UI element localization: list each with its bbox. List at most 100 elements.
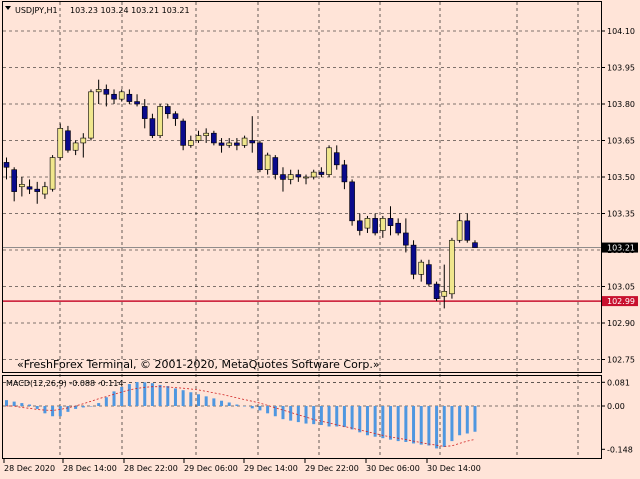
macd-bar: [350, 406, 354, 430]
macd-bar: [419, 406, 423, 445]
candle-body-bull: [157, 106, 163, 136]
candle-body-bear: [211, 132, 217, 144]
symbol-label[interactable]: USDJPY,H1: [15, 6, 58, 15]
candle-body-bull: [441, 291, 448, 297]
candle-body-bull: [449, 239, 455, 295]
price-tick-label: 103.05: [607, 283, 635, 292]
time-axis[interactable]: 28 Dec 2020 28 Dec 14:00 28 Dec 22:00 29 De…: [3, 459, 481, 473]
candle-body-bull: [326, 147, 332, 175]
price-panel[interactable]: [2, 1, 602, 373]
macd-bar: [166, 386, 170, 406]
candle-body-bear: [372, 218, 378, 234]
time-tick-label: 29 Dec 22:00: [305, 464, 359, 473]
macd-bar: [243, 406, 247, 407]
candle-body-bull: [42, 186, 48, 195]
macd-bar: [342, 406, 346, 428]
candle-body-bull: [49, 157, 56, 190]
macd-bar: [312, 406, 316, 425]
price-tick-label: 102.75: [607, 356, 635, 365]
candle-body-bear: [164, 106, 171, 115]
candle-body-bear: [65, 130, 71, 151]
candle-body-bear: [141, 106, 148, 119]
candle-body-bull: [380, 218, 386, 231]
time-tick-label: 28 Dec 2020: [4, 464, 55, 473]
candle-body-bear: [356, 220, 363, 231]
macd-bar: [220, 400, 224, 406]
macd-label: MACD(12,26,9) -0.088 -0.114: [6, 379, 123, 388]
price-tick-label: 103.65: [607, 137, 635, 146]
candle-body-bull: [88, 91, 94, 139]
candle-body-bull: [226, 142, 233, 146]
macd-bar: [373, 406, 377, 437]
copyright-text: «FreshForex Terminal, © 2001-2020, MetaQ…: [17, 358, 380, 371]
price-tick-label: 104.10: [607, 27, 635, 36]
macd-bar: [197, 394, 200, 406]
candle-body-bear: [26, 186, 33, 190]
macd-bar: [51, 406, 55, 417]
macd-bar: [358, 406, 362, 433]
candle-body-bull: [241, 137, 248, 146]
candle-body-bull: [203, 132, 209, 136]
macd-bar: [335, 406, 339, 427]
candle-body-bear: [349, 181, 355, 222]
macd-tick-label: 0.081: [607, 378, 630, 387]
macd-bar: [289, 406, 293, 421]
macd-bar: [319, 406, 323, 426]
macd-bar: [104, 397, 108, 406]
candle-body-bear: [341, 164, 348, 183]
candle-body-bear: [180, 120, 186, 146]
candle-body-bear: [272, 157, 279, 175]
macd-bar: [135, 382, 139, 406]
price-tick-label: 103.35: [607, 210, 635, 219]
candle-body-bull: [287, 174, 294, 180]
macd-bar: [97, 403, 101, 406]
price-tick-label: 103.80: [607, 100, 635, 109]
macd-bar: [81, 406, 85, 408]
macd-bar: [12, 401, 16, 406]
candle-body-bear: [410, 244, 417, 275]
macd-bar: [127, 384, 131, 406]
candle-body-bear: [126, 93, 133, 102]
time-tick-label: 29 Dec 06:00: [184, 464, 238, 473]
candle-body-bear: [149, 118, 156, 136]
candle-body-bear: [280, 174, 286, 180]
macd-bar: [181, 390, 185, 406]
macd-bar: [120, 386, 124, 406]
candle-body-bear: [403, 232, 409, 246]
macd-bar: [143, 382, 147, 406]
candle-body-bear: [318, 171, 325, 175]
macd-bar: [5, 400, 8, 406]
time-tick-label: 28 Dec 22:00: [124, 464, 178, 473]
macd-tick-label: -0.148: [607, 445, 633, 454]
candle-body-bull: [195, 135, 202, 141]
candle-body-bear: [11, 169, 17, 192]
candle-body-bull: [72, 142, 79, 151]
candle-body-bull: [118, 91, 125, 100]
candle-body-bear: [433, 283, 440, 299]
macd-bar: [304, 406, 308, 424]
candle-body-bull: [188, 140, 194, 146]
price-axis[interactable]: 104.10 103.95 103.80 103.65 103.50 103.35 103.…: [601, 27, 638, 365]
macd-bar: [35, 406, 39, 409]
price-tick-label: 103.95: [607, 64, 635, 73]
macd-bar: [212, 398, 216, 406]
candle-body-bull: [95, 89, 102, 93]
macd-bar: [427, 406, 431, 446]
macd-bar: [173, 388, 177, 406]
macd-bar: [327, 406, 331, 427]
candle-body-bear: [426, 264, 432, 285]
ohlc-values: 103.23 103.24 103.21 103.21: [70, 6, 190, 15]
trading-chart[interactable]: USDJPY,H1 103.23 103.24 103.21 103.21 «F…: [0, 0, 640, 479]
price-tick-label: 103.50: [607, 173, 635, 182]
candle-body-bear: [234, 142, 240, 146]
candle-body-bear: [34, 188, 41, 192]
macd-bar: [365, 406, 369, 436]
macd-bar: [465, 406, 469, 434]
candle-body-bear: [387, 218, 394, 226]
macd-bar: [189, 392, 193, 406]
candle-body-bear: [464, 220, 471, 241]
candle-body-bull: [456, 220, 463, 241]
candle-body-bear: [295, 174, 302, 178]
candle-body-bull: [264, 154, 271, 171]
time-tick-label: 29 Dec 14:00: [244, 464, 298, 473]
